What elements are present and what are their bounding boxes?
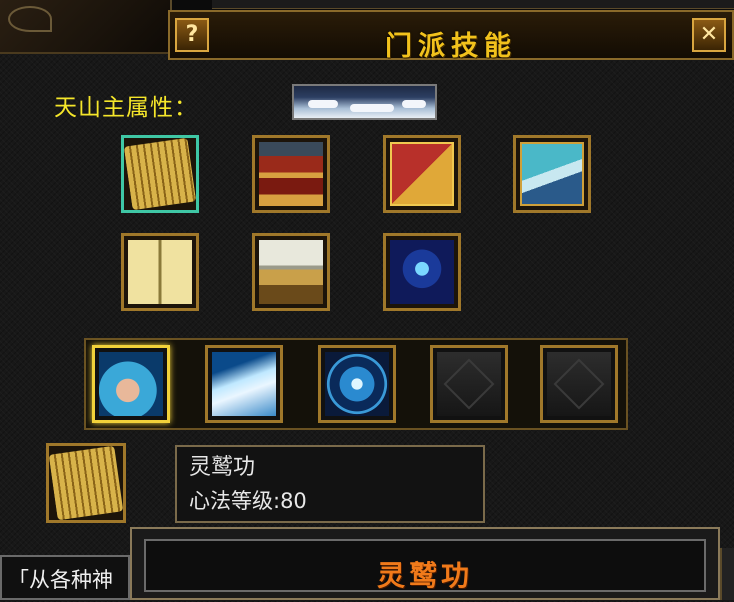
description-strip: 「从各种神 [0, 555, 130, 600]
skill-slot-3[interactable] [318, 345, 396, 423]
book-slot-3[interactable] [383, 135, 461, 213]
book-slot-5[interactable] [121, 233, 199, 311]
selected-book-icon-frame[interactable] [46, 443, 126, 523]
book-slot-7[interactable] [383, 233, 461, 311]
fist-skill-icon [99, 352, 163, 416]
help-button[interactable]: ? [175, 18, 209, 52]
ice-blast-skill-icon [212, 352, 276, 416]
white-scroll-stack-icon [259, 240, 323, 304]
skill-level: 心法等级:80 [189, 489, 307, 513]
bamboo-scroll-icon [48, 445, 124, 521]
book-slot-1[interactable] [121, 135, 199, 213]
book-slot-4[interactable] [513, 135, 591, 213]
right-frame-edge [720, 548, 734, 600]
skill-slot-2[interactable] [205, 345, 283, 423]
skill-slot-4[interactable] [430, 345, 508, 423]
teal-book-icon [520, 142, 584, 206]
top-frame-strip [212, 0, 734, 9]
meditation-aura-skill-icon [325, 352, 389, 416]
tooltip-inner: 灵鹫功 [144, 539, 706, 592]
close-button[interactable]: ✕ [692, 18, 726, 52]
bamboo-scroll-icon [123, 137, 197, 211]
cloud-landscape-icon [292, 84, 437, 120]
swirl-ornament-icon [8, 6, 52, 32]
skill-slot-1[interactable] [92, 345, 170, 423]
title-bar[interactable]: 门派技能 [168, 10, 734, 62]
skill-slot-5[interactable] [540, 345, 618, 423]
red-book-stack-icon [259, 142, 323, 206]
open-scroll-icon [128, 240, 192, 304]
golden-box-book-icon [390, 142, 454, 206]
tooltip-panel: 灵鹫功 [130, 527, 720, 600]
book-slot-2[interactable] [252, 135, 330, 213]
skill-name: 灵鹫功 [189, 455, 256, 480]
blue-spirit-scroll-icon [390, 240, 454, 304]
background-ornament [0, 0, 172, 54]
locked-slot-icon [437, 352, 501, 416]
book-slot-6[interactable] [252, 233, 330, 311]
tooltip-title: 灵鹫功 [376, 559, 473, 592]
locked-slot-icon [547, 352, 611, 416]
skill-info-box: 灵鹫功 心法等级:80 [175, 445, 485, 523]
description-text: 「从各种神 [8, 568, 113, 592]
main-attribute-label: 天山主属性： [54, 95, 198, 121]
window-title: 门派技能 [385, 31, 517, 62]
